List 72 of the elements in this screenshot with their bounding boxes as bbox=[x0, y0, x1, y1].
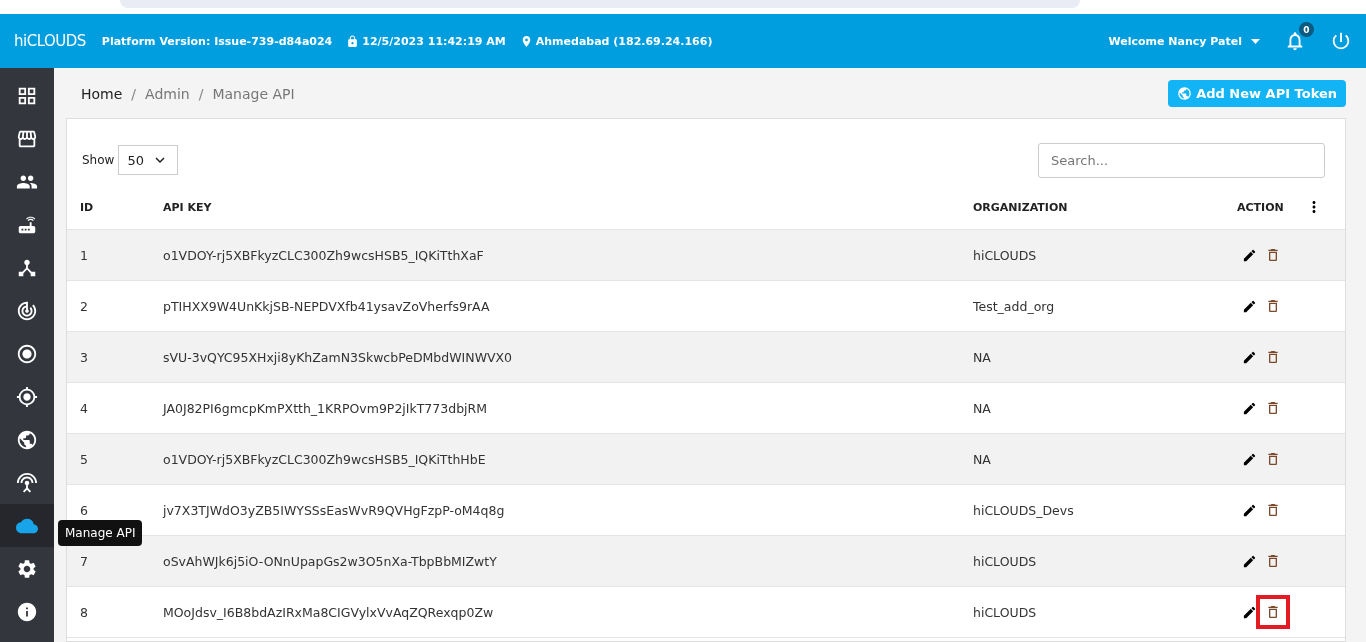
edit-icon[interactable] bbox=[1242, 451, 1257, 467]
table-cell-text: NA bbox=[973, 400, 992, 416]
table-cell-text: pTIHXX9W4UnKkjSB-NEPDVXfb41ysavZoVherfs9rAA bbox=[163, 298, 491, 314]
table-cell-text: oSvAhWJk6j5iO-ONnUpapGs2w3O5nXa-TbpBbMIZwtY bbox=[163, 553, 498, 569]
table-cell-text: o1VDOY-rj5XBFkyzCLC300Zh9wcsHSB5_IQKiTthXaF bbox=[163, 247, 485, 263]
sidebar-item[interactable] bbox=[0, 504, 54, 547]
column-header: ACTION bbox=[1237, 200, 1284, 214]
table-cell-text: 2 bbox=[80, 298, 89, 314]
column-header: ORGANIZATION bbox=[973, 200, 1068, 214]
brand-logo: hiCLOUDS bbox=[14, 32, 86, 50]
show-label: Show bbox=[82, 153, 115, 167]
edit-icon[interactable] bbox=[1242, 298, 1257, 314]
table-cell-text: 7 bbox=[80, 553, 89, 569]
antenna-icon bbox=[16, 471, 38, 494]
tooltip: Manage API bbox=[58, 520, 143, 546]
table-cell-text: NA bbox=[973, 451, 992, 467]
edit-icon[interactable] bbox=[1242, 349, 1257, 365]
platform-version: Platform Version: Issue-739-d84a024 bbox=[101, 34, 333, 48]
table-cell-text: jv7X3TJWdO3yZB5IWYSSsEasWvR9QVHgFzpP-oM4q8g bbox=[163, 502, 506, 518]
table-cell-text: 8 bbox=[80, 604, 89, 620]
page-size-select[interactable]: 50 bbox=[118, 145, 179, 175]
table-cell-text: 6 bbox=[80, 502, 89, 518]
settings-icon bbox=[16, 557, 38, 580]
delete-icon[interactable] bbox=[1265, 298, 1281, 314]
table-cell-text: hiCLOUDS_Devs bbox=[973, 502, 1075, 518]
edit-icon[interactable] bbox=[1242, 553, 1257, 569]
lock-icon bbox=[346, 34, 360, 48]
notification-badge: 0 bbox=[1299, 22, 1314, 37]
table-cell-text: 1 bbox=[80, 247, 89, 263]
table-cell-text: 5 bbox=[80, 451, 89, 467]
breadcrumb-item: Manage API bbox=[212, 85, 295, 102]
caret-icon bbox=[1251, 38, 1260, 44]
delete-icon[interactable] bbox=[1265, 247, 1281, 263]
table-cell-text: hiCLOUDS bbox=[973, 247, 1038, 263]
crosshair-icon bbox=[16, 385, 38, 408]
table-cell-text: hiCLOUDS bbox=[973, 604, 1038, 620]
edit-icon[interactable] bbox=[1242, 400, 1257, 416]
column-header: API KEY bbox=[163, 200, 212, 214]
target-icon bbox=[16, 342, 38, 365]
breadcrumb-separator: / bbox=[198, 85, 204, 102]
breadcrumb-item[interactable]: Admin bbox=[145, 85, 190, 102]
breadcrumb-item[interactable]: Home bbox=[81, 85, 123, 102]
table-cell-text: JA0J82PI6gmcpKmPXtth_1KRPOvm9P2jIkT773dbjRM bbox=[163, 400, 489, 416]
delete-icon[interactable] bbox=[1265, 604, 1281, 620]
datetime: 12/5/2023 11:42:19 AM bbox=[362, 34, 506, 48]
breadcrumb-separator: / bbox=[131, 85, 137, 102]
table-cell-text: 4 bbox=[80, 400, 89, 416]
column-header: ID bbox=[80, 200, 94, 214]
table-cell-text: MOoJdsv_I6B8bdAzIRxMa8CIGVylxVvAqZQRexqp0Zw bbox=[163, 604, 495, 620]
edit-icon[interactable] bbox=[1242, 604, 1257, 620]
table-cell-text: sVU-3vQYC95XHxji8yKhZamN3SkwcbPeDMbdWINWVX0 bbox=[163, 349, 514, 365]
table-cell-text: NA bbox=[973, 349, 992, 365]
table-cell-text: Test_add_org bbox=[973, 298, 1056, 314]
table-cell-text: hiCLOUDS bbox=[973, 553, 1038, 569]
info-icon bbox=[16, 600, 38, 623]
table-cell-text: o1VDOY-rj5XBFkyzCLC300Zh9wcsHSB5_IQKiTthHbE bbox=[163, 451, 487, 467]
radar-icon bbox=[16, 299, 38, 322]
delete-icon[interactable] bbox=[1265, 502, 1281, 518]
delete-icon[interactable] bbox=[1265, 553, 1281, 569]
delete-icon[interactable] bbox=[1265, 349, 1281, 365]
search-field[interactable]: Search... bbox=[1038, 142, 1325, 178]
power-icon[interactable] bbox=[1330, 30, 1352, 52]
globe-icon bbox=[1177, 85, 1193, 101]
user-menu[interactable]: Welcome Nancy Patel bbox=[1108, 34, 1260, 48]
add-token-button[interactable]: Add New API Token bbox=[1168, 79, 1346, 107]
globe-icon bbox=[16, 428, 38, 451]
edit-icon[interactable] bbox=[1242, 247, 1257, 263]
delete-icon[interactable] bbox=[1265, 451, 1281, 467]
location: Ahmedabad (182.69.24.166) bbox=[535, 34, 713, 48]
table-cell-text: 3 bbox=[80, 349, 89, 365]
edit-icon[interactable] bbox=[1242, 502, 1257, 518]
delete-icon[interactable] bbox=[1265, 400, 1281, 416]
